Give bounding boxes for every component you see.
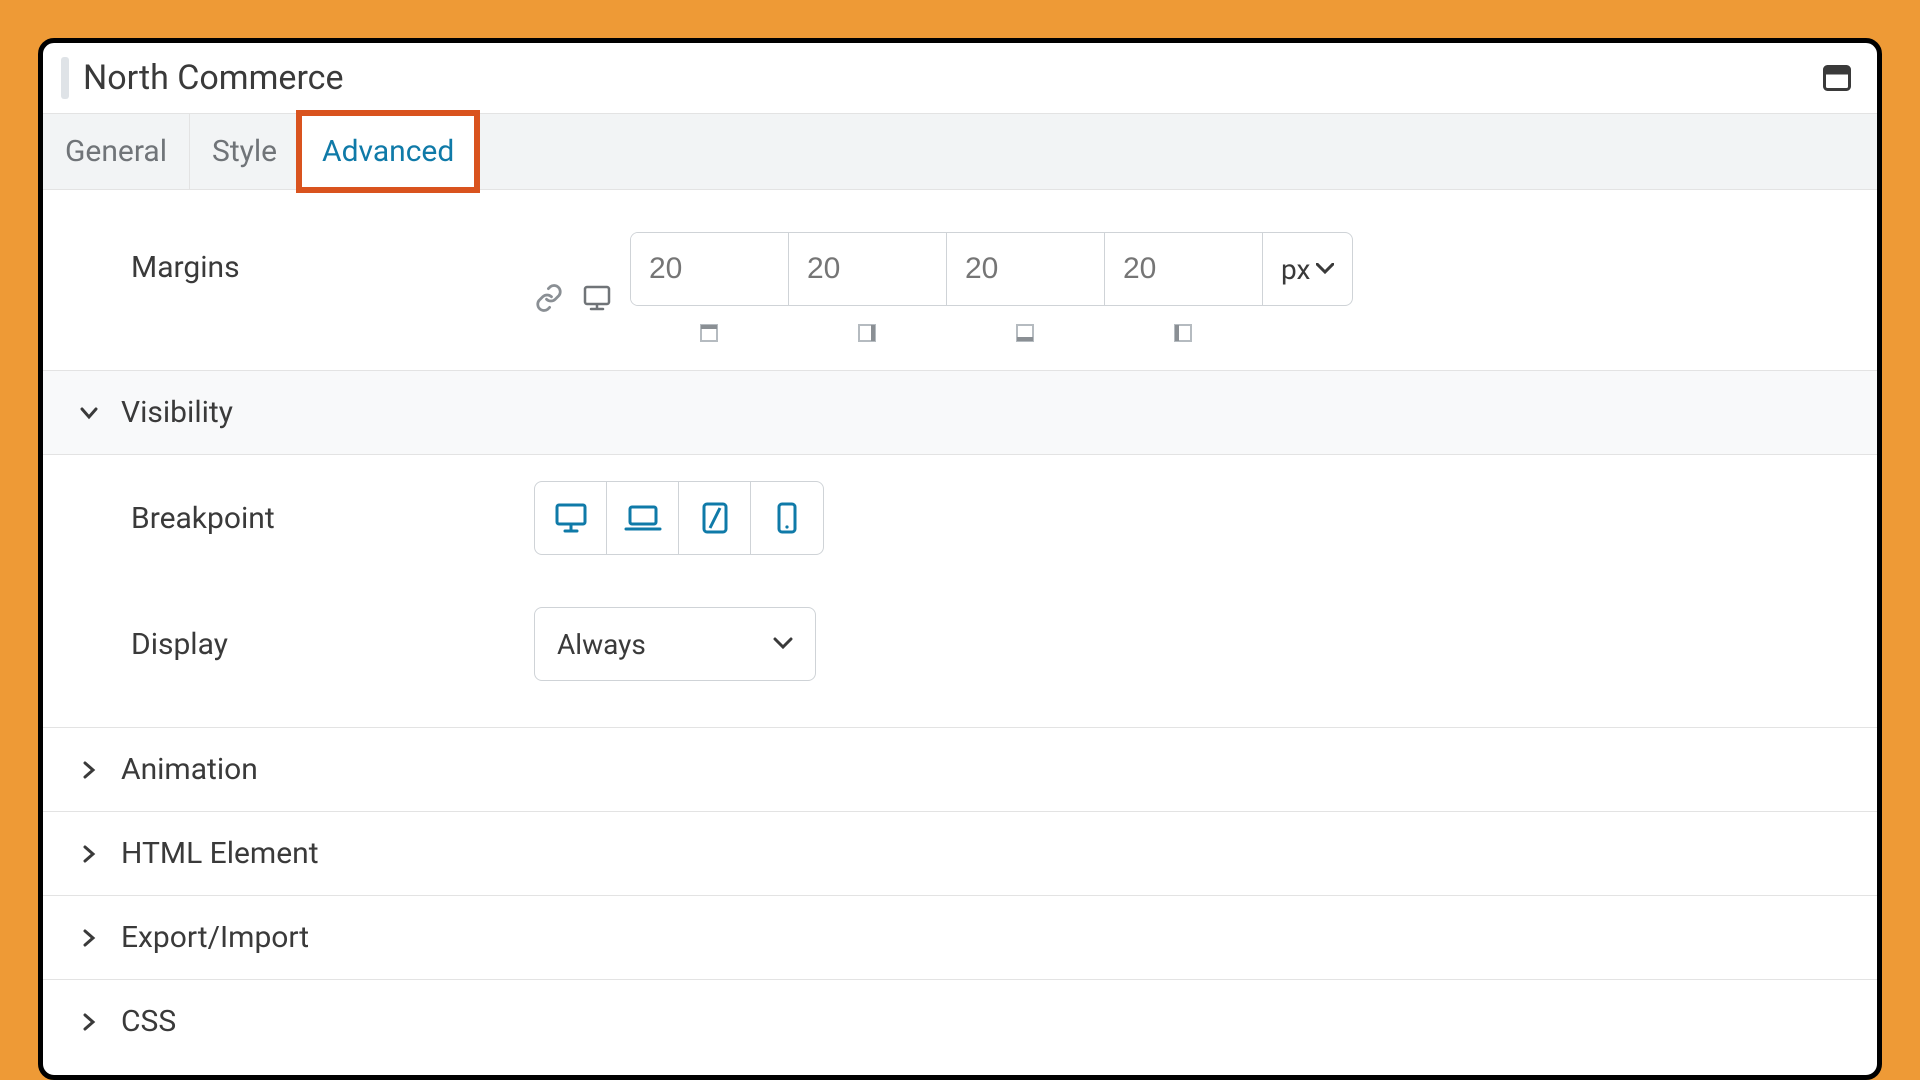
breakpoint-tablet-button[interactable]	[679, 482, 751, 554]
tab-style[interactable]: Style	[190, 114, 300, 189]
breakpoint-row: Breakpoint	[43, 455, 1877, 581]
margins-tool-icons	[534, 263, 612, 313]
breakpoint-desktop-button[interactable]	[535, 482, 607, 554]
margin-unit-select[interactable]: px	[1263, 233, 1352, 305]
margins-label: Margins	[79, 232, 534, 285]
section-visibility-label: Visibility	[121, 395, 233, 430]
breakpoint-button-group	[534, 481, 824, 555]
display-row: Display Always	[43, 581, 1877, 707]
section-visibility-body: Breakpoint	[43, 454, 1877, 727]
chevron-right-icon	[79, 760, 99, 780]
section-html-element: HTML Element	[43, 811, 1877, 895]
chevron-right-icon	[79, 844, 99, 864]
chevron-down-icon	[79, 403, 99, 423]
breakpoint-laptop-button[interactable]	[607, 482, 679, 554]
device-icon[interactable]	[582, 284, 612, 312]
header-left: North Commerce	[61, 57, 344, 99]
tabs-bar: General Style Advanced	[43, 114, 1877, 190]
panel-title: North Commerce	[83, 58, 344, 98]
panel-header: North Commerce	[43, 43, 1877, 114]
section-animation-header[interactable]: Animation	[43, 728, 1877, 811]
margin-left-input[interactable]	[1105, 233, 1263, 305]
drag-handle[interactable]	[61, 57, 69, 99]
margins-inputs: px	[630, 232, 1353, 306]
margin-bottom-input[interactable]	[947, 233, 1105, 305]
chevron-down-icon	[773, 637, 793, 651]
settings-panel: North Commerce General Style Advanced Ma…	[38, 38, 1882, 1080]
chevron-down-icon	[1316, 263, 1334, 275]
margins-row: Margins	[43, 190, 1877, 370]
section-animation: Animation	[43, 727, 1877, 811]
chevron-right-icon	[79, 928, 99, 948]
section-visibility-header[interactable]: Visibility	[43, 371, 1877, 454]
link-icon[interactable]	[534, 283, 564, 313]
margin-unit-value: px	[1281, 253, 1310, 286]
breakpoint-label: Breakpoint	[79, 501, 534, 536]
section-css-header[interactable]: CSS	[43, 980, 1877, 1063]
margin-right-input[interactable]	[789, 233, 947, 305]
display-select-value: Always	[557, 628, 646, 661]
section-html-element-label: HTML Element	[121, 836, 319, 871]
tab-general[interactable]: General	[43, 114, 190, 189]
display-label: Display	[79, 627, 534, 662]
chevron-right-icon	[79, 1012, 99, 1032]
margin-side-icons	[630, 322, 1353, 344]
margins-field: px	[534, 232, 1353, 344]
margin-right-icon	[788, 322, 946, 344]
tab-advanced[interactable]: Advanced	[300, 114, 477, 189]
margin-top-icon	[630, 322, 788, 344]
section-css-label: CSS	[121, 1004, 176, 1039]
section-visibility: Visibility Breakpoint	[43, 370, 1877, 727]
content-area: Margins	[43, 190, 1877, 1075]
section-export-import: Export/Import	[43, 895, 1877, 979]
margin-bottom-icon	[946, 322, 1104, 344]
section-css: CSS	[43, 979, 1877, 1063]
section-export-import-header[interactable]: Export/Import	[43, 896, 1877, 979]
breakpoint-mobile-button[interactable]	[751, 482, 823, 554]
margins-inputs-wrap: px	[630, 232, 1353, 344]
section-html-element-header[interactable]: HTML Element	[43, 812, 1877, 895]
margin-left-icon	[1104, 322, 1262, 344]
section-export-import-label: Export/Import	[121, 920, 309, 955]
margin-top-input[interactable]	[631, 233, 789, 305]
section-animation-label: Animation	[121, 752, 258, 787]
display-select[interactable]: Always	[534, 607, 816, 681]
window-mode-icon[interactable]	[1823, 65, 1851, 91]
